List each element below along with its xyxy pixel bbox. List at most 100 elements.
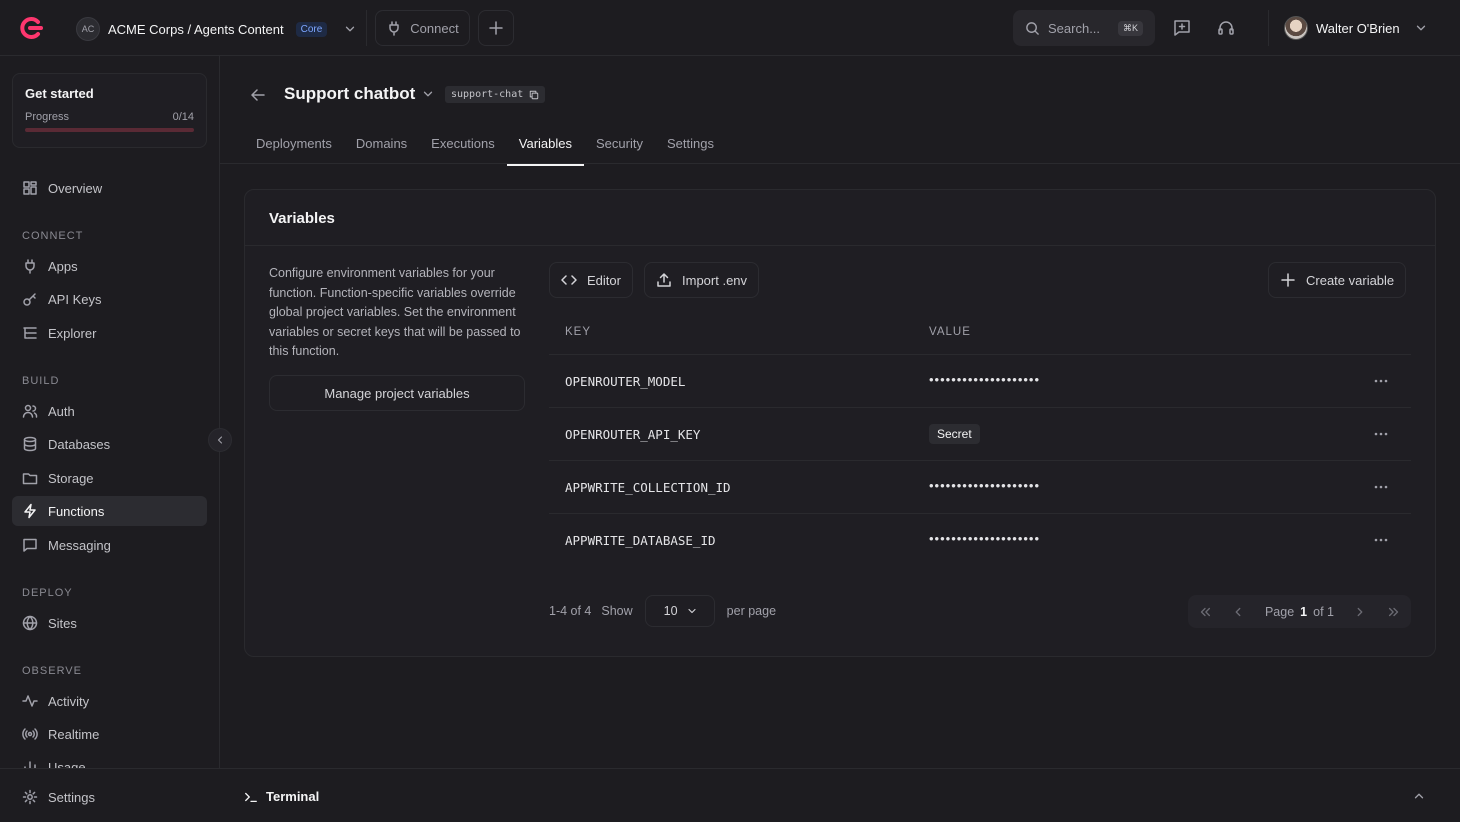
database-icon	[23, 436, 37, 452]
sidebar-item-label: Messaging	[48, 537, 111, 553]
sidebar-item-label: Settings	[48, 789, 95, 805]
table-row[interactable]: OPENROUTER_MODEL ••••••••••••••••••••	[549, 355, 1411, 408]
variable-value-masked: ••••••••••••••••••••	[929, 531, 1041, 546]
avatar	[1284, 16, 1308, 40]
collapse-sidebar-button[interactable]	[208, 428, 232, 452]
section-deploy: DEPLOY	[22, 587, 73, 599]
tab-security[interactable]: Security	[584, 126, 655, 166]
divider	[220, 163, 1460, 164]
chevron-left-icon[interactable]	[1231, 605, 1245, 619]
sidebar-item-activity[interactable]: Activity	[12, 686, 207, 716]
function-id-badge[interactable]: support-chat	[445, 86, 546, 103]
sidebar-item-settings[interactable]: Settings	[12, 782, 207, 812]
section-observe: OBSERVE	[22, 665, 82, 677]
add-button[interactable]	[478, 10, 514, 46]
column-header-key: KEY	[565, 326, 592, 338]
globe-icon	[22, 615, 38, 631]
plug-icon	[389, 21, 400, 36]
progress-count: 0/14	[172, 111, 194, 123]
get-started-title: Get started	[25, 86, 94, 101]
table-row[interactable]: OPENROUTER_API_KEY Secret	[549, 408, 1411, 461]
divider	[245, 245, 1435, 246]
headset-icon[interactable]	[1216, 18, 1236, 38]
sidebar-item-messaging[interactable]: Messaging	[12, 530, 207, 560]
variable-value-masked: ••••••••••••••••••••	[929, 372, 1041, 387]
pagination-info: 1-4 of 4 Show 10 per page	[549, 595, 776, 627]
upload-icon	[657, 273, 671, 287]
sidebar-item-overview[interactable]: Overview	[12, 173, 207, 203]
more-options-icon[interactable]	[1371, 479, 1391, 495]
sidebar: Get started Progress 0/14 Overview CONNE…	[0, 56, 220, 822]
table-row[interactable]: APPWRITE_DATABASE_ID •••••••••••••••••••…	[549, 514, 1411, 567]
create-variable-button[interactable]: Create variable	[1268, 262, 1407, 298]
sidebar-item-auth[interactable]: Auth	[12, 396, 207, 426]
page-title[interactable]: Support chatbot	[284, 84, 435, 104]
tab-settings[interactable]: Settings	[655, 126, 726, 166]
org-title: ACME Corps / Agents Content	[108, 21, 284, 37]
variable-key: APPWRITE_COLLECTION_ID	[565, 480, 731, 495]
list-tree-icon	[23, 327, 37, 339]
column-header-value: VALUE	[929, 326, 971, 338]
appwrite-logo-icon[interactable]	[17, 15, 43, 41]
sidebar-item-realtime[interactable]: Realtime	[12, 719, 207, 749]
sidebar-item-label: Storage	[48, 470, 94, 486]
variable-value-masked: ••••••••••••••••••••	[929, 478, 1041, 493]
create-variable-label: Create variable	[1306, 272, 1395, 288]
sidebar-item-label: Sites	[48, 615, 77, 631]
page-label: Page	[1264, 604, 1295, 619]
progress-label: Progress	[25, 111, 70, 123]
section-build: BUILD	[22, 375, 60, 387]
sidebar-item-api-keys[interactable]: API Keys	[12, 284, 207, 314]
import-env-button[interactable]: Import .env	[644, 262, 760, 298]
user-menu[interactable]: Walter O'Brien	[1284, 16, 1428, 40]
chevron-right-icon[interactable]	[1353, 605, 1367, 619]
tab-domains[interactable]: Domains	[344, 126, 419, 166]
get-started-card[interactable]: Get started Progress 0/14	[12, 73, 207, 148]
chevrons-right-icon[interactable]	[1387, 605, 1401, 619]
sidebar-item-storage[interactable]: Storage	[12, 463, 207, 493]
tab-deployments[interactable]: Deployments	[244, 126, 344, 166]
result-range: 1-4 of 4	[549, 604, 592, 618]
chevron-up-icon[interactable]	[1412, 789, 1426, 803]
more-options-icon[interactable]	[1371, 373, 1391, 389]
plus-icon	[489, 21, 503, 35]
sidebar-item-explorer[interactable]: Explorer	[12, 318, 207, 348]
sidebar-item-label: API Keys	[48, 291, 102, 307]
terminal-panel[interactable]: Terminal	[220, 768, 1460, 822]
more-options-icon[interactable]	[1371, 426, 1391, 442]
org-switcher[interactable]: AC ACME Corps / Agents Content Core	[76, 17, 357, 41]
terminal-label: Terminal	[266, 789, 320, 804]
more-options-icon[interactable]	[1371, 532, 1391, 548]
message-icon	[23, 538, 37, 552]
search-shortcut: ⌘K	[1117, 20, 1143, 36]
sidebar-item-label: Databases	[48, 436, 111, 452]
variables-card: Variables Configure environment variable…	[244, 189, 1436, 657]
editor-button[interactable]: Editor	[549, 262, 633, 298]
manage-project-variables-button[interactable]: Manage project variables	[269, 375, 525, 411]
sidebar-item-functions[interactable]: Functions	[12, 496, 207, 526]
user-name: Walter O'Brien	[1316, 20, 1400, 36]
sidebar-item-apps[interactable]: Apps	[12, 251, 207, 281]
sidebar-item-label: Activity	[48, 693, 90, 709]
variable-key: APPWRITE_DATABASE_ID	[565, 533, 716, 548]
sidebar-item-label: Overview	[48, 180, 103, 196]
connect-button[interactable]: Connect	[375, 10, 470, 46]
lightning-icon	[24, 503, 36, 519]
connect-label: Connect	[410, 20, 459, 36]
secret-badge: Secret	[929, 424, 980, 444]
table-row[interactable]: APPWRITE_COLLECTION_ID •••••••••••••••••…	[549, 461, 1411, 514]
arrow-left-icon[interactable]	[249, 86, 267, 104]
sidebar-item-databases[interactable]: Databases	[12, 429, 207, 459]
per-page-select[interactable]: 10	[644, 595, 715, 627]
plug-icon	[25, 259, 35, 274]
sidebar-item-sites[interactable]: Sites	[12, 608, 207, 638]
search-icon	[1026, 21, 1039, 35]
feedback-icon[interactable]	[1172, 18, 1192, 38]
tab-executions[interactable]: Executions	[419, 126, 507, 166]
variable-key: OPENROUTER_MODEL	[565, 374, 686, 389]
terminal-header[interactable]: Terminal	[244, 789, 319, 804]
tab-variables[interactable]: Variables	[506, 126, 584, 166]
chevrons-left-icon[interactable]	[1198, 605, 1212, 619]
variables-description: Configure environment variables for your…	[269, 266, 521, 358]
search-button[interactable]: Search... ⌘K	[1013, 10, 1155, 46]
